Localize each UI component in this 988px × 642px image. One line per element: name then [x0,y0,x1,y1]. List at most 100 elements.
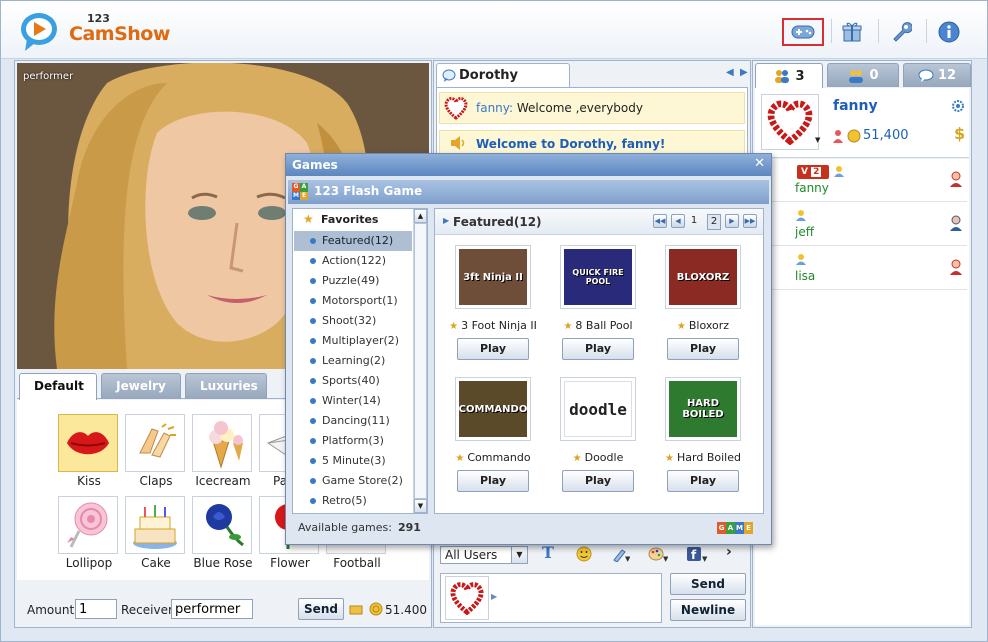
play-button[interactable]: Play [562,338,634,360]
close-icon[interactable]: ✕ [754,156,765,171]
smiley-icon[interactable] [576,546,592,562]
user-row[interactable]: lisa [755,247,967,290]
brush-icon[interactable]: ▼ [612,546,630,562]
first-page-icon[interactable]: ◀◀ [653,214,667,228]
next-page-icon[interactable]: ▶ [725,214,739,228]
play-button[interactable]: Play [562,470,634,492]
play-button[interactable]: Play [457,338,529,360]
tab-luxuries[interactable]: Luxuries [185,373,267,399]
chat-input[interactable]: ▶ [440,573,662,623]
game-thumbnail[interactable]: BLOXORZ [665,245,741,309]
female-user-icon [950,171,962,187]
category-item[interactable]: Retro(5) [294,491,412,511]
chat-prev-icon[interactable]: ◀ [726,67,734,78]
settings-button[interactable] [880,18,922,46]
game-title: ★ Bloxorz [676,319,730,332]
game-thumbnail[interactable]: 3ft Ninja II [455,245,531,309]
audience-select[interactable]: All Users ▼ [440,546,528,564]
facebook-share-icon[interactable]: f ▼ [686,546,708,562]
play-button[interactable]: Play [667,470,739,492]
user-row[interactable]: V 2 fanny [755,159,967,202]
gift-icecream[interactable]: Icecream [192,414,254,488]
game-card: QUICK FIRE POOL ★ 8 Ball Pool Play [550,245,646,360]
tab-friends[interactable]: 0 [827,63,899,87]
game-category-list: ★ Favorites Featured(12) Action(122) Puz… [292,208,428,514]
game-title: ★ Commando [455,451,531,464]
gift-label: Football [333,556,381,570]
category-item[interactable]: Sports(40) [294,371,412,391]
category-scrollbar[interactable]: ▲ ▼ [413,209,427,513]
avatar-expand-icon[interactable]: ▶ [491,592,497,601]
cake-icon [133,505,177,549]
category-item[interactable]: Action(122) [294,251,412,271]
speech-bubble-icon [442,69,456,82]
bullet-icon [310,298,316,304]
tab-jewelry[interactable]: Jewelry [101,373,181,399]
app-window: 123 CamShow performer Default Jewelry Lu… [0,0,988,642]
palette-icon[interactable]: ▼ [648,546,668,562]
tab-users[interactable]: 3 [755,63,823,88]
heart-avatar-icon [450,582,484,615]
page-number-current[interactable]: 2 [707,214,721,230]
last-page-icon[interactable]: ▶▶ [743,214,757,228]
game-thumbnail[interactable]: COMMANDO [455,377,531,441]
prev-page-icon[interactable]: ◀ [671,214,685,228]
scroll-thumb[interactable] [414,223,427,499]
play-button[interactable]: Play [457,470,529,492]
category-item[interactable]: Multiplayer(2) [294,331,412,351]
users-icon [775,70,790,83]
messages-count: 12 [937,68,957,83]
chevron-right-icon[interactable]: › [726,544,732,560]
game-thumbnail-image: COMMANDO [459,381,527,437]
tab-messages[interactable]: 12 [903,63,971,87]
category-item[interactable]: Winter(14) [294,391,412,411]
scroll-down-icon[interactable]: ▼ [414,499,427,513]
receiver-input[interactable] [171,599,253,619]
category-item[interactable]: Puzzle(49) [294,271,412,291]
category-item[interactable]: Learning(2) [294,351,412,371]
games-dialog: Games ✕ GA ME 123 Flash Game ★ Favorites… [285,153,772,545]
category-item[interactable]: Motorsport(1) [294,291,412,311]
text-format-icon[interactable]: T [542,543,554,562]
dialog-titlebar[interactable]: Games ✕ [286,154,771,176]
gift-cake[interactable]: Cake [125,496,187,570]
gift-lollipop[interactable]: Lollipop [58,496,120,570]
category-item[interactable]: Dancing(11) [294,411,412,431]
game-thumbnail[interactable]: doodle [560,377,636,441]
chat-room-tab[interactable]: Dorothy [436,63,570,87]
game-thumbnail[interactable]: HARD BOILED [665,377,741,441]
category-item[interactable]: Game Store(2) [294,471,412,491]
avatar-menu-icon[interactable]: ▼ [815,136,820,144]
gift-claps[interactable]: Claps [125,414,187,488]
category-item[interactable]: 5 Minute(3) [294,451,412,471]
scroll-up-icon[interactable]: ▲ [414,209,427,223]
send-message-button[interactable]: Send [670,573,746,595]
chat-next-icon[interactable]: ▶ [740,67,748,78]
game-thumbnail[interactable]: QUICK FIRE POOL [560,245,636,309]
tab-default[interactable]: Default [19,373,97,400]
user-row[interactable]: jeff [755,203,967,246]
gift-label: Lollipop [65,556,113,570]
send-gift-button[interactable]: Send [298,598,344,620]
game-card: doodle ★ Doodle Play [550,377,646,492]
info-button[interactable] [928,18,970,46]
gift-blue-rose[interactable]: Blue Rose [192,496,254,570]
category-item[interactable]: Shoot(32) [294,311,412,331]
favorites-item[interactable]: ★ Favorites [293,209,413,231]
category-item[interactable]: Platform(3) [294,431,412,451]
gear-icon[interactable] [951,99,965,113]
gift-kiss[interactable]: Kiss [58,414,120,488]
category-item[interactable]: Featured(12) [294,231,412,251]
lips-icon [67,432,109,455]
play-button[interactable]: Play [667,338,739,360]
dialog-title: Games [292,158,338,172]
my-profile-avatar[interactable] [761,94,819,150]
page-number[interactable]: 1 [687,214,701,228]
gift-label: Cake [141,556,171,570]
newline-button[interactable]: Newline [670,599,746,621]
gift-button[interactable] [831,18,873,46]
amount-input[interactable] [75,599,117,619]
coin-balance: 51.400 [385,603,427,617]
games-button[interactable] [782,18,824,46]
dollar-icon[interactable]: $ [954,124,965,143]
